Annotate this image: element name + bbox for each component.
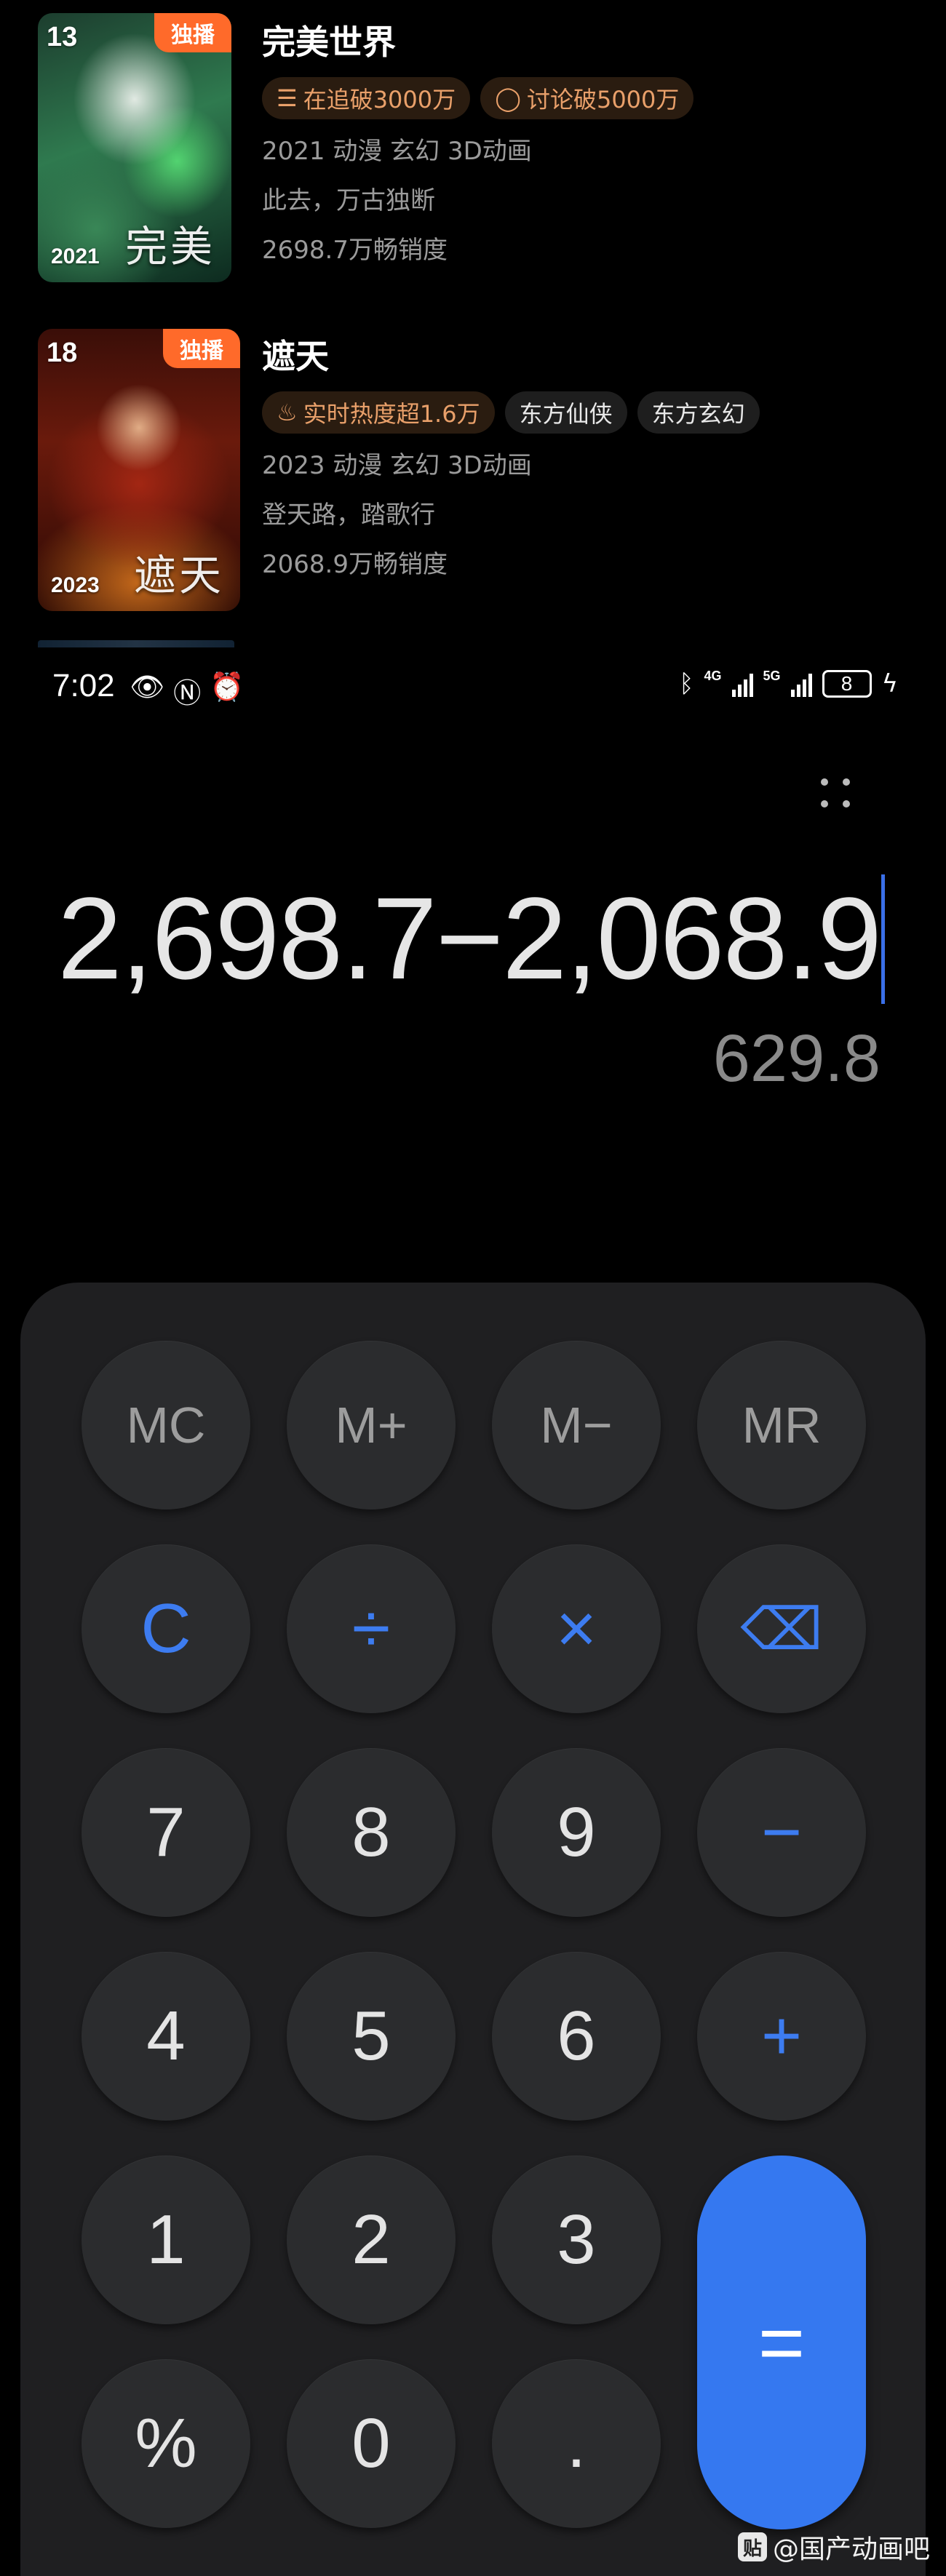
digit-0-button[interactable]: 0 (287, 2359, 456, 2528)
watermark-text: @国产动画吧 (772, 2535, 930, 2564)
clear-button[interactable]: C (82, 1544, 250, 1713)
tag-row: ♨ 实时热度超1.6万 东方仙侠 东方玄幻 (262, 391, 917, 435)
list-item-shrouding-the-heavens[interactable]: 18 独播 2023 遮天 遮天 ♨ 实时热度超1.6万 东方仙侠 东方玄幻 2… (0, 313, 946, 618)
meta-line: 登天路，踏歌行 (262, 501, 435, 530)
item-info: 遮天 ♨ 实时热度超1.6万 东方仙侠 东方玄幻 2023 动漫 玄幻 3D动画… (262, 335, 917, 589)
tieba-logo-icon: 贴 (737, 2532, 767, 2561)
meta-line: 2068.9万畅销度 (262, 550, 448, 579)
result-display: 629.8 (712, 1021, 881, 1096)
rank-number: 13 (47, 22, 78, 52)
digit-5-button[interactable]: 5 (287, 1952, 456, 2121)
digit-8-button[interactable]: 8 (287, 1748, 456, 1917)
network-label: 4G (704, 669, 722, 683)
divide-button[interactable]: ÷ (287, 1544, 456, 1713)
signal-bars-icon (790, 671, 812, 697)
alarm-icon: ⏰ (210, 671, 245, 703)
meta-line: 2021 动漫 玄幻 3D动画 (262, 137, 532, 166)
tag-label: 东方仙侠 (519, 400, 613, 428)
watermark: 贴 @国产动画吧 (737, 2528, 930, 2566)
chat-bubble-icon: ◯ (495, 84, 521, 112)
exclusive-badge: 独播 (163, 329, 240, 368)
meta-line: 2698.7万畅销度 (262, 236, 448, 265)
memory-add-button[interactable]: M+ (287, 1341, 456, 1510)
meta-line: 此去，万古独断 (262, 186, 435, 215)
multiply-button[interactable]: × (492, 1544, 661, 1713)
expression-display[interactable]: 2,698.7−2,068.9 (57, 866, 882, 1011)
flame-icon: ♨ (277, 399, 298, 426)
digit-2-button[interactable]: 2 (287, 2156, 456, 2324)
tag-chip[interactable]: ☰ 在追破3000万 (262, 77, 471, 119)
battery-icon: 8 (822, 670, 872, 698)
memory-clear-button[interactable]: MC (82, 1341, 250, 1510)
tag-label: 实时热度超1.6万 (303, 400, 480, 428)
charging-bolt-icon: ϟ (881, 669, 898, 698)
poster-image[interactable]: 18 独播 2023 遮天 (38, 329, 240, 611)
poster-year: 2023 (51, 573, 100, 597)
more-options-icon[interactable] (815, 773, 859, 816)
status-icons-left: 👁 Ⓝ ⏰ (130, 671, 245, 711)
exclusive-badge: 独播 (154, 13, 231, 52)
poster-logo: 完美 (124, 222, 215, 271)
poster-logo: 遮天 (133, 551, 224, 600)
digit-1-button[interactable]: 1 (82, 2156, 250, 2324)
eye-icon: 👁 (130, 671, 165, 703)
clock-time: 7:02 (52, 668, 115, 703)
rank-number: 18 (47, 338, 78, 368)
nfc-icon: Ⓝ (173, 677, 202, 709)
digit-6-button[interactable]: 6 (492, 1952, 661, 2121)
tag-label: 在追破3000万 (303, 86, 456, 113)
equals-button[interactable]: = (697, 2156, 866, 2529)
digit-3-button[interactable]: 3 (492, 2156, 661, 2324)
list-icon: ☰ (277, 84, 298, 112)
item-title[interactable]: 遮天 (262, 335, 917, 378)
item-title[interactable]: 完美世界 (262, 20, 917, 64)
memory-recall-button[interactable]: MR (697, 1341, 866, 1510)
digit-4-button[interactable]: 4 (82, 1952, 250, 2121)
poster-year: 2021 (51, 244, 100, 268)
calculator-keypad: MC M+ M− MR C ÷ × ⌫ 7 8 9 − 4 5 6 + 1 2 … (20, 1283, 926, 2576)
poster-image[interactable]: 13 独播 2021 完美 (38, 13, 231, 282)
tag-chip[interactable]: ♨ 实时热度超1.6万 (262, 391, 495, 434)
digit-7-button[interactable]: 7 (82, 1748, 250, 1917)
network-label: 5G (763, 669, 781, 683)
percent-button[interactable]: % (82, 2359, 250, 2528)
meta-line: 2023 动漫 玄幻 3D动画 (262, 451, 532, 480)
minus-button[interactable]: − (697, 1748, 866, 1917)
status-bar: 7:02 👁 Ⓝ ⏰ ᛒ 4G 5G 8 ϟ (0, 655, 946, 720)
plus-button[interactable]: + (697, 1952, 866, 2121)
next-poster-edge (38, 640, 234, 647)
item-info: 完美世界 ☰ 在追破3000万 ◯ 讨论破5000万 2021 动漫 玄幻 3D… (262, 20, 917, 275)
tag-row: ☰ 在追破3000万 ◯ 讨论破5000万 (262, 77, 917, 121)
backspace-icon[interactable]: ⌫ (697, 1544, 866, 1713)
text-cursor (881, 874, 885, 1004)
memory-subtract-button[interactable]: M− (492, 1341, 661, 1510)
tag-label: 讨论破5000万 (526, 86, 680, 113)
digit-9-button[interactable]: 9 (492, 1748, 661, 1917)
bluetooth-icon: ᛒ (679, 669, 694, 698)
tag-chip[interactable]: 东方仙侠 (504, 391, 627, 434)
tag-label: 东方玄幻 (651, 400, 745, 428)
signal-bars-icon (731, 671, 753, 697)
tag-chip[interactable]: 东方玄幻 (637, 391, 760, 434)
status-icons-right: ᛒ 4G 5G 8 ϟ (679, 669, 898, 698)
list-item-perfect-world[interactable]: 13 独播 2021 完美 完美世界 ☰ 在追破3000万 ◯ 讨论破5000万… (0, 0, 946, 306)
tag-chip[interactable]: ◯ 讨论破5000万 (480, 77, 694, 119)
decimal-point-button[interactable]: . (492, 2359, 661, 2528)
anime-list: 13 独播 2021 完美 完美世界 ☰ 在追破3000万 ◯ 讨论破5000万… (0, 0, 946, 647)
